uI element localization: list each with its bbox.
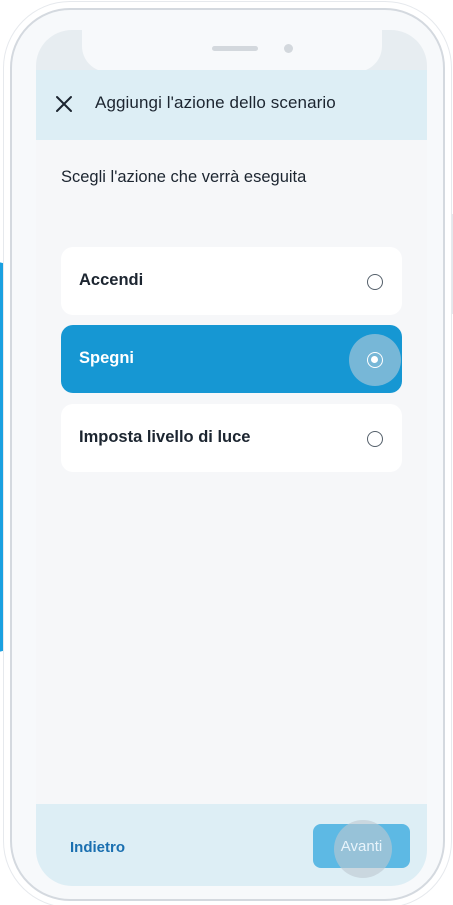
phone-notch [82, 30, 382, 72]
next-button-label: Avanti [340, 837, 383, 855]
status-area [36, 30, 427, 72]
option-accendi[interactable]: Accendi [61, 247, 402, 315]
main-content: Scegli l'azione che verrà eseguita Accen… [36, 140, 427, 804]
dialog-header: Aggiungi l'azione dello scenario [36, 70, 427, 140]
close-icon [56, 96, 72, 112]
radio-icon[interactable] [367, 274, 383, 290]
option-label: Imposta livello di luce [79, 428, 251, 446]
front-camera [284, 44, 293, 53]
option-spegni[interactable]: Spegni [61, 325, 402, 393]
radio-icon[interactable] [367, 431, 383, 447]
stage: Aggiungi l'azione dello scenario Scegli … [0, 0, 453, 905]
action-prompt: Scegli l'azione che verrà eseguita [61, 168, 307, 186]
option-imposta-livello-di-luce[interactable]: Imposta livello di luce [61, 404, 402, 472]
page-title: Aggiungi l'azione dello scenario [95, 93, 336, 112]
background-line [449, 214, 453, 314]
option-label: Spegni [79, 349, 135, 367]
radio-selected-icon[interactable] [367, 352, 383, 368]
back-button[interactable]: Indietro [70, 839, 125, 856]
speaker-grille [212, 46, 258, 51]
dialog-footer: Indietro Avanti [36, 804, 427, 886]
phone-screen: Aggiungi l'azione dello scenario Scegli … [36, 30, 427, 886]
option-label: Accendi [79, 271, 144, 289]
close-button[interactable] [52, 92, 76, 116]
